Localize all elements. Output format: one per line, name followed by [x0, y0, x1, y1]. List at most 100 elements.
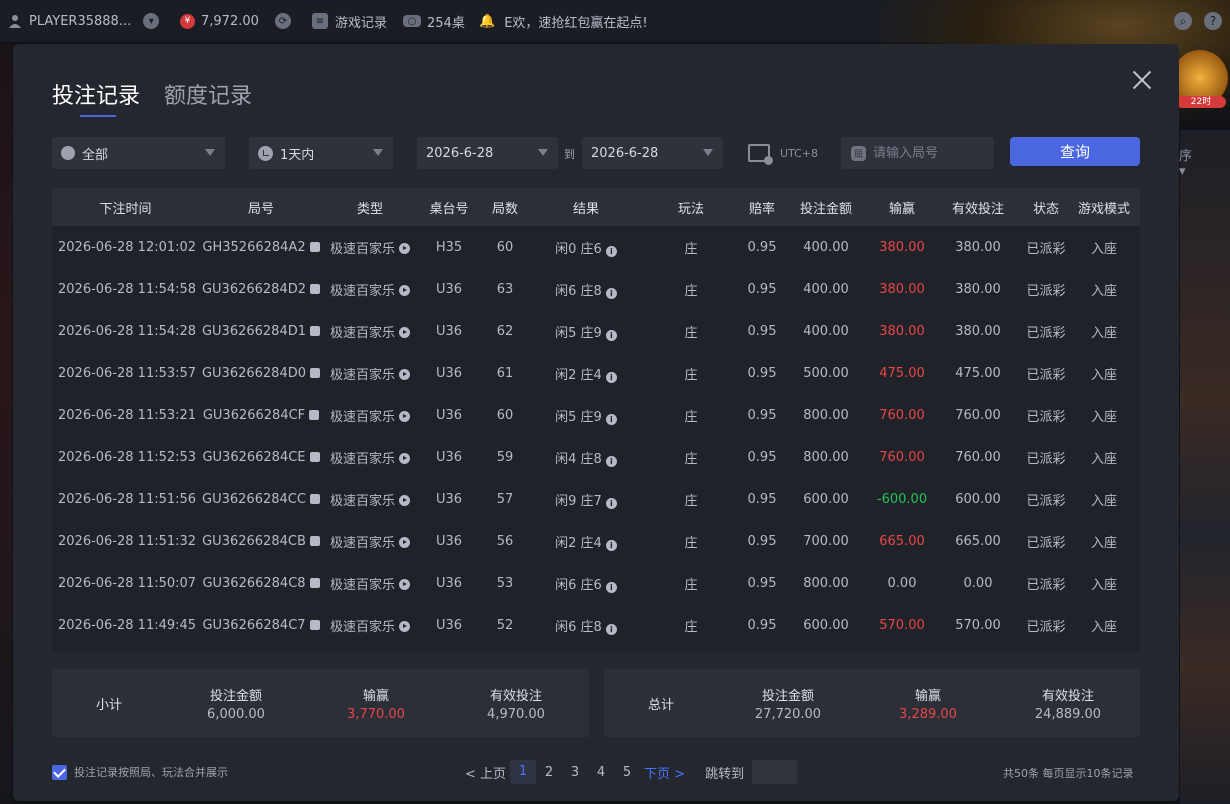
copy-icon[interactable]: [309, 241, 320, 252]
refresh-icon[interactable]: ⟳: [274, 13, 291, 29]
table-row: 2026-06-28 11:51:32 GU36266284CB 极速百家乐 U36 5…: [52, 520, 1140, 562]
subtotal-bet: 投注金额 6,000.00: [166, 685, 306, 722]
game-type: 极速百家乐: [329, 283, 395, 299]
cell-odds: 0.95: [747, 575, 777, 591]
chevron-down-icon[interactable]: ▾: [143, 13, 160, 29]
play-video-icon[interactable]: [399, 242, 410, 254]
total-valid-label: 有效投注: [1041, 688, 1094, 704]
info-icon[interactable]: i: [605, 371, 617, 383]
play-video-icon[interactable]: [399, 620, 410, 632]
subtotal-box: 小计 投注金额 6,000.00 输赢 3,770.00 有效投注 4,970.…: [52, 669, 589, 737]
cell-mode: 入座: [1090, 409, 1117, 425]
cell-table: H35: [435, 239, 463, 255]
cell-bet: 400.00: [803, 239, 849, 255]
cell-result: 闲9 庄7 i: [529, 490, 643, 509]
user-icon: [9, 15, 21, 28]
game-type: 极速百家乐: [329, 493, 395, 509]
play-video-icon[interactable]: [399, 284, 410, 296]
copy-icon[interactable]: [310, 367, 321, 378]
copy-icon[interactable]: [310, 283, 321, 294]
cell-play: 庄: [684, 577, 698, 593]
copy-icon[interactable]: [310, 325, 321, 336]
search-icon[interactable]: ⌕: [1174, 12, 1192, 30]
sort-dropdown-peek[interactable]: 序 ▾: [1179, 145, 1192, 179]
round-id: GU36266284CB: [202, 533, 306, 549]
info-icon[interactable]: i: [605, 245, 617, 257]
bet-records-table: 下注时间 局号 类型 桌台号 局数 结果 玩法 赔率 投注金额 输赢 有效投注 …: [52, 188, 1140, 652]
player-info[interactable]: PLAYER35888... ▾: [8, 0, 160, 42]
cell-result: 闲0 庄6 i: [529, 238, 643, 257]
play-video-icon[interactable]: [399, 410, 410, 422]
play-video-icon[interactable]: [399, 368, 410, 380]
cell-count: 63: [496, 281, 514, 297]
info-icon[interactable]: i: [605, 329, 617, 341]
info-icon[interactable]: i: [605, 455, 617, 467]
cell-round: GU36266284CC: [199, 492, 323, 507]
col-status: 状态: [1032, 201, 1059, 217]
info-icon[interactable]: i: [605, 581, 617, 593]
round-id: GH35266284A2: [202, 239, 306, 255]
info-icon[interactable]: i: [605, 497, 617, 509]
page-1[interactable]: 1: [510, 760, 537, 784]
subtotal-valid-label: 有效投注: [489, 688, 542, 704]
page-3[interactable]: 3: [562, 765, 588, 780]
game-history-link[interactable]: ≡ 游戏记录: [312, 0, 387, 42]
cell-mode: 入座: [1090, 577, 1117, 593]
close-icon[interactable]: [1130, 68, 1154, 92]
date-from-select[interactable]: 2026-6-28: [417, 137, 558, 169]
cell-count: 53: [496, 575, 514, 591]
next-page-button[interactable]: 下页 >: [644, 763, 685, 782]
copy-icon[interactable]: [309, 493, 320, 504]
copy-icon[interactable]: [309, 535, 320, 546]
table-header: 下注时间 局号 类型 桌台号 局数 结果 玩法 赔率 投注金额 输赢 有效投注 …: [52, 188, 1140, 226]
game-type-select[interactable]: 全部: [52, 137, 225, 169]
chevron-down-icon: [538, 149, 548, 156]
col-round-count: 局数: [491, 201, 518, 217]
info-icon[interactable]: i: [605, 413, 617, 425]
info-icon[interactable]: i: [605, 539, 617, 551]
time-range-value: 1天内: [280, 147, 315, 163]
play-video-icon[interactable]: [399, 578, 410, 590]
calendar-icon[interactable]: [748, 144, 773, 165]
round-number-input[interactable]: [873, 145, 983, 161]
copy-icon[interactable]: [309, 577, 320, 588]
page-5[interactable]: 5: [614, 765, 640, 780]
page-2[interactable]: 2: [536, 765, 562, 780]
subtotal-winloss: 输赢 3,770.00: [306, 685, 446, 722]
copy-icon[interactable]: [309, 619, 320, 630]
cell-valid: 665.00: [955, 533, 1001, 549]
play-video-icon[interactable]: [399, 452, 410, 464]
help-icon[interactable]: ?: [1204, 12, 1222, 30]
tables-count[interactable]: ○ 254桌: [403, 0, 465, 42]
play-video-icon[interactable]: [399, 494, 410, 506]
col-result: 结果: [572, 201, 599, 217]
cell-odds: 0.95: [747, 407, 777, 423]
round-id: GU36266284D0: [201, 365, 307, 381]
cell-status: 已派彩: [1026, 493, 1066, 509]
cell-play: 庄: [684, 241, 698, 257]
time-range-select[interactable]: 1天内: [249, 137, 393, 169]
tab-credit-records[interactable]: 额度记录: [164, 78, 252, 110]
cell-table: U36: [435, 617, 463, 633]
play-video-icon[interactable]: [399, 326, 410, 338]
tab-bet-records[interactable]: 投注记录: [52, 78, 140, 117]
copy-icon[interactable]: [309, 409, 320, 420]
bell-icon: 🔔: [479, 13, 496, 29]
date-to-select[interactable]: 2026-6-28: [582, 137, 723, 169]
cell-bet: 400.00: [803, 281, 849, 297]
col-table-no: 桌台号: [429, 201, 469, 217]
merge-checkbox[interactable]: [52, 764, 67, 780]
query-button[interactable]: 查询: [1010, 137, 1140, 166]
prev-page-button[interactable]: < 上页: [465, 763, 506, 782]
cell-valid: 380.00: [955, 323, 1001, 339]
play-video-icon[interactable]: [399, 536, 410, 548]
col-play: 玩法: [677, 201, 704, 217]
info-icon[interactable]: i: [605, 623, 617, 635]
total-winloss-label: 输赢: [914, 688, 941, 704]
cell-status: 已派彩: [1026, 577, 1066, 593]
jump-page-input[interactable]: [752, 760, 798, 784]
copy-icon[interactable]: [309, 451, 320, 462]
page-4[interactable]: 4: [588, 765, 614, 780]
total-records-info: 共50条 每页显示10条记录: [1003, 767, 1134, 780]
info-icon[interactable]: i: [605, 287, 617, 299]
